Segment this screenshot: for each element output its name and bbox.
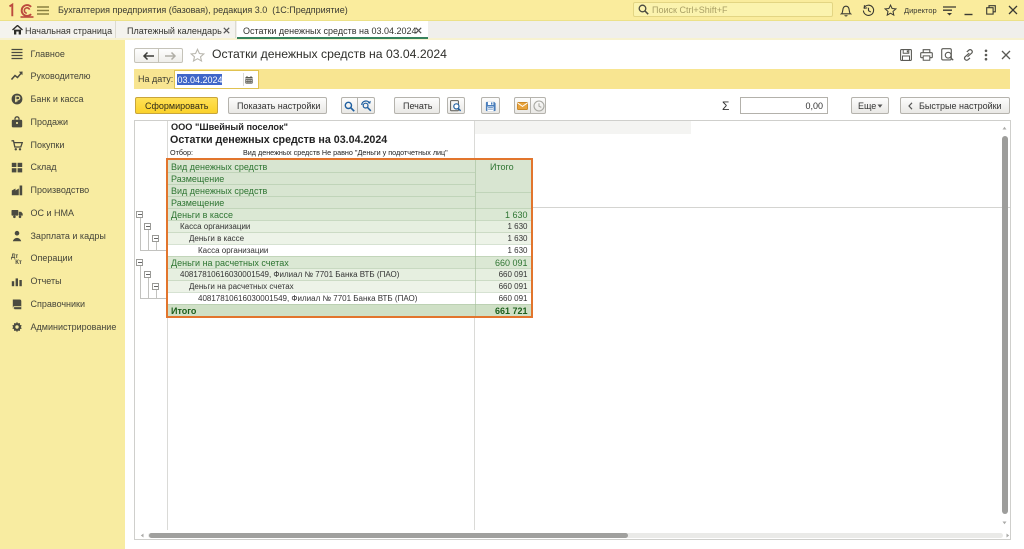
svg-text:Дт: Дт	[11, 254, 18, 260]
svg-text:Кт: Кт	[15, 260, 22, 264]
